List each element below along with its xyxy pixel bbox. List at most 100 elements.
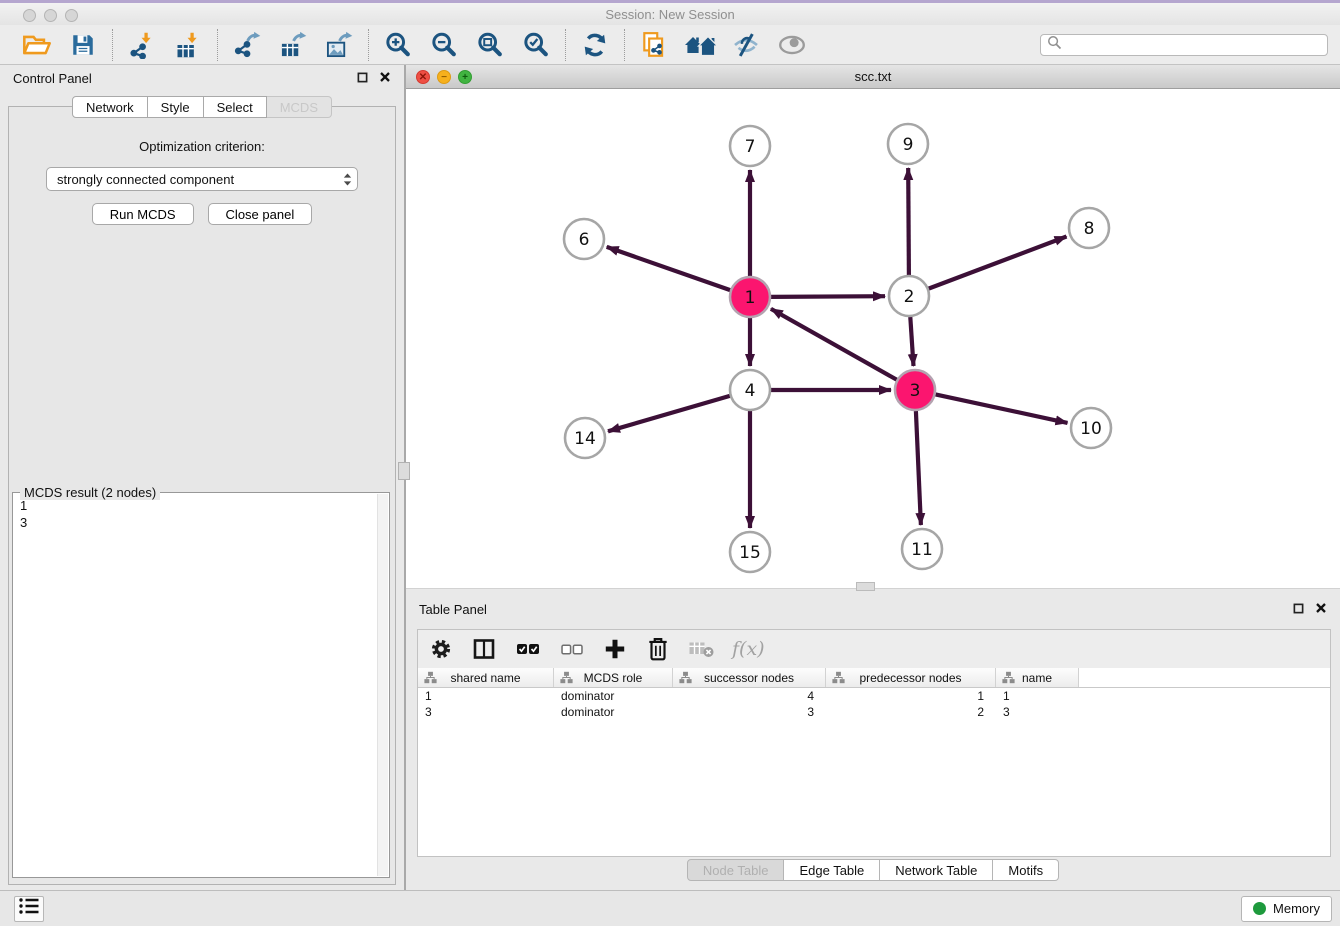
node-6[interactable]: 6 [564, 219, 604, 259]
splitter-handle-horizontal[interactable] [856, 582, 875, 591]
delete-column-icon[interactable] [645, 634, 671, 664]
edge-2-8[interactable] [929, 237, 1067, 289]
open-session-icon[interactable] [20, 28, 54, 62]
table-cell[interactable]: dominator [554, 704, 673, 720]
mcds-result-line: 3 [20, 514, 371, 531]
node-label: 2 [904, 287, 915, 307]
edge-4-14[interactable] [608, 396, 730, 431]
tab-motifs[interactable]: Motifs [993, 859, 1059, 881]
network-window-titlebar[interactable]: ✕ − + scc.txt [406, 65, 1340, 89]
memory-button[interactable]: Memory [1241, 896, 1332, 922]
refresh-network-icon[interactable] [578, 28, 612, 62]
hide-panels-icon[interactable] [729, 28, 763, 62]
table-cell[interactable]: dominator [554, 688, 673, 704]
node-11[interactable]: 11 [902, 529, 942, 569]
export-network-icon[interactable] [230, 28, 264, 62]
optimization-criterion-select[interactable]: strongly connected component [46, 167, 358, 191]
zoom-out-icon[interactable] [427, 28, 461, 62]
edge-1-6[interactable] [607, 247, 731, 290]
edge-2-3[interactable] [910, 317, 913, 366]
tree-icon [560, 671, 573, 687]
optimization-criterion-value: strongly connected component [57, 172, 234, 187]
column-header-shared-name[interactable]: shared name [418, 668, 554, 687]
mcds-result-scrollbar[interactable] [377, 494, 388, 876]
zoom-in-icon[interactable] [381, 28, 415, 62]
node-14[interactable]: 14 [565, 418, 605, 458]
import-table-icon[interactable] [171, 28, 205, 62]
node-8[interactable]: 8 [1069, 208, 1109, 248]
edge-1-2[interactable] [771, 296, 885, 297]
table-row[interactable]: 3dominator323 [418, 704, 1330, 720]
table-cell[interactable]: 1 [418, 688, 554, 704]
save-session-icon[interactable] [66, 28, 100, 62]
table-cell[interactable]: 3 [673, 704, 826, 720]
zoom-selected-icon[interactable] [519, 28, 553, 62]
table-panel: Table Panel f(x) shared nameMCDS rolesuc… [406, 588, 1340, 890]
network-window-minimize-icon[interactable]: − [437, 70, 451, 84]
table-cell[interactable]: 2 [826, 704, 996, 720]
node-9[interactable]: 9 [888, 124, 928, 164]
node-3[interactable]: 3 [895, 370, 935, 410]
column-header-predecessor-nodes[interactable]: predecessor nodes [826, 668, 996, 687]
table-panel-title: Table Panel [419, 602, 487, 617]
add-column-icon[interactable] [602, 634, 628, 664]
mcds-panel: Optimization criterion: strongly connect… [8, 106, 396, 885]
node-4[interactable]: 4 [730, 370, 770, 410]
column-settings-icon[interactable] [428, 634, 454, 664]
clone-network-icon[interactable] [637, 28, 671, 62]
network-window-close-icon[interactable]: ✕ [416, 70, 430, 84]
select-all-rows-icon[interactable] [514, 634, 542, 664]
network-window-maximize-icon[interactable]: + [458, 70, 472, 84]
table-cell[interactable]: 1 [826, 688, 996, 704]
splitter-handle-vertical[interactable] [398, 462, 410, 480]
tab-edge-table[interactable]: Edge Table [784, 859, 880, 881]
node-label: 4 [745, 381, 756, 401]
column-header-MCDS-role[interactable]: MCDS role [554, 668, 673, 687]
node-7[interactable]: 7 [730, 126, 770, 166]
search-input[interactable] [1066, 37, 1321, 53]
node-2[interactable]: 2 [889, 276, 929, 316]
export-table-icon[interactable] [276, 28, 310, 62]
edge-3-10[interactable] [936, 394, 1068, 423]
column-header-successor-nodes[interactable]: successor nodes [673, 668, 826, 687]
table-cell[interactable]: 4 [673, 688, 826, 704]
node-1[interactable]: 1 [730, 277, 770, 317]
import-network-icon[interactable] [125, 28, 159, 62]
export-image-icon[interactable] [322, 28, 356, 62]
node-10[interactable]: 10 [1071, 408, 1111, 448]
table-header-row: shared name MCDS rolesuccessor nodesprede… [418, 668, 1330, 688]
table-cell[interactable]: 3 [418, 704, 554, 720]
tab-network-table[interactable]: Network Table [880, 859, 993, 881]
table-cell[interactable]: 1 [996, 688, 1079, 704]
mcds-result-list[interactable]: 13 [14, 495, 377, 876]
zoom-fit-icon[interactable] [473, 28, 507, 62]
edge-2-9[interactable] [908, 168, 909, 275]
column-browser-icon[interactable] [471, 634, 497, 664]
table-panel-header: Table Panel [406, 596, 1340, 622]
column-header-label: shared name [450, 671, 520, 685]
tab-mcds[interactable]: MCDS [267, 96, 332, 118]
deselect-all-rows-icon[interactable] [559, 634, 585, 664]
table-panel-float-icon[interactable] [1293, 602, 1304, 617]
node-15[interactable]: 15 [730, 532, 770, 572]
optimization-criterion-label: Optimization criterion: [9, 139, 395, 154]
table-panel-close-icon[interactable] [1315, 602, 1327, 617]
control-panel-float-icon[interactable] [357, 71, 368, 86]
tab-style[interactable]: Style [148, 96, 204, 118]
close-panel-button[interactable]: Close panel [208, 203, 313, 225]
memory-status-dot [1253, 902, 1266, 915]
run-mcds-button[interactable]: Run MCDS [92, 203, 194, 225]
column-header-name[interactable]: name [996, 668, 1079, 687]
edge-3-11[interactable] [916, 411, 921, 525]
control-panel-close-icon[interactable] [379, 71, 391, 86]
tab-network[interactable]: Network [72, 96, 148, 118]
search-box[interactable] [1040, 34, 1328, 56]
show-all-panels-icon[interactable] [683, 28, 717, 62]
table-cell[interactable]: 3 [996, 704, 1079, 720]
task-history-button[interactable] [14, 896, 44, 922]
table-row[interactable]: 1dominator411 [418, 688, 1330, 704]
tab-select[interactable]: Select [204, 96, 267, 118]
edge-3-1[interactable] [771, 309, 897, 380]
network-canvas[interactable]: 7 9 6 8 1 2 4 3 14 10 15 11 [406, 89, 1340, 588]
tab-node-table[interactable]: Node Table [687, 859, 785, 881]
